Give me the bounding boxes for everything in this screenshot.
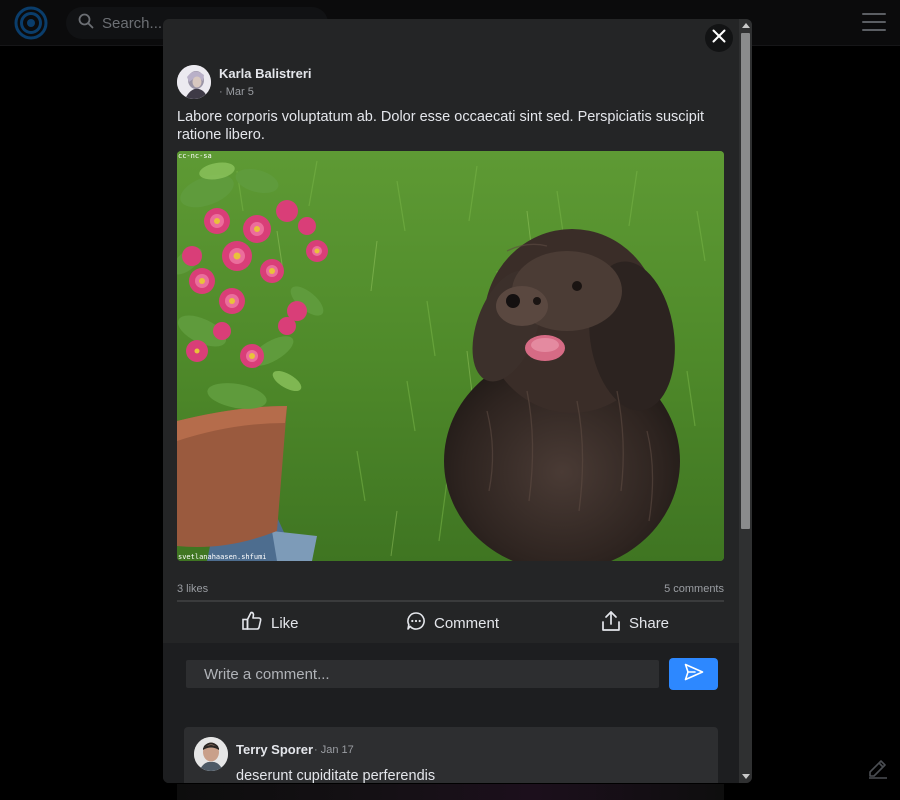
app-logo-icon[interactable] <box>14 6 48 40</box>
share-button[interactable]: Share <box>601 610 670 637</box>
close-icon <box>712 29 726 48</box>
send-icon <box>684 663 704 686</box>
post-text: Labore corporis voluptatum ab. Dolor ess… <box>177 109 705 143</box>
comment-input[interactable] <box>186 660 659 688</box>
comment-button[interactable]: Comment <box>406 611 499 635</box>
share-label: Share <box>629 614 670 632</box>
image-credit-top: cc-nc-sa <box>178 152 212 160</box>
hamburger-menu-icon[interactable] <box>862 13 886 33</box>
post-header: Karla Balistreri · Mar 5 <box>177 65 312 99</box>
background-feed-image <box>177 784 724 800</box>
search-icon <box>78 13 94 34</box>
close-button[interactable] <box>705 24 733 52</box>
comment-date: · Jan 17 <box>314 744 354 756</box>
comment-author[interactable]: Terry Sporer <box>236 742 313 757</box>
search-placeholder: Search... <box>102 14 163 32</box>
scroll-up-icon[interactable] <box>742 23 750 28</box>
share-upload-icon <box>601 610 621 637</box>
send-comment-button[interactable] <box>669 658 718 690</box>
image-credit-bottom: svetlanahaasen.shfumi <box>178 553 267 561</box>
stats-divider <box>177 600 724 602</box>
post-actions: Like Comment Share <box>163 603 739 643</box>
scroll-down-icon[interactable] <box>742 774 750 779</box>
post-stats: 3 likes 5 comments <box>177 583 724 599</box>
compose-icon[interactable] <box>856 746 900 790</box>
comment-label: Comment <box>434 614 500 632</box>
post-date: · Mar 5 <box>219 86 254 98</box>
scrollbar-thumb[interactable] <box>741 33 750 529</box>
post-modal: Karla Balistreri · Mar 5 Labore corporis… <box>163 19 752 783</box>
likes-count[interactable]: 3 likes <box>177 583 208 595</box>
commenter-avatar[interactable] <box>194 737 228 771</box>
comments-count[interactable]: 5 comments <box>664 583 724 595</box>
comment-item: Terry Sporer · Jan 17 deserunt cupiditat… <box>184 727 718 783</box>
like-button[interactable]: Like <box>241 611 299 635</box>
author-avatar[interactable] <box>177 65 211 99</box>
comment-bubble-icon <box>406 611 426 636</box>
like-label: Like <box>271 614 299 632</box>
comment-text: deserunt cupiditate perferendis <box>236 768 436 783</box>
comment-section: Terry Sporer · Jan 17 deserunt cupiditat… <box>163 643 739 783</box>
thumbs-up-icon <box>241 610 263 637</box>
modal-scrollbar[interactable] <box>739 19 752 783</box>
post-image[interactable]: cc-nc-sa svetlanahaasen.shfumi <box>177 151 724 561</box>
post-author-name[interactable]: Karla Balistreri <box>219 66 312 81</box>
